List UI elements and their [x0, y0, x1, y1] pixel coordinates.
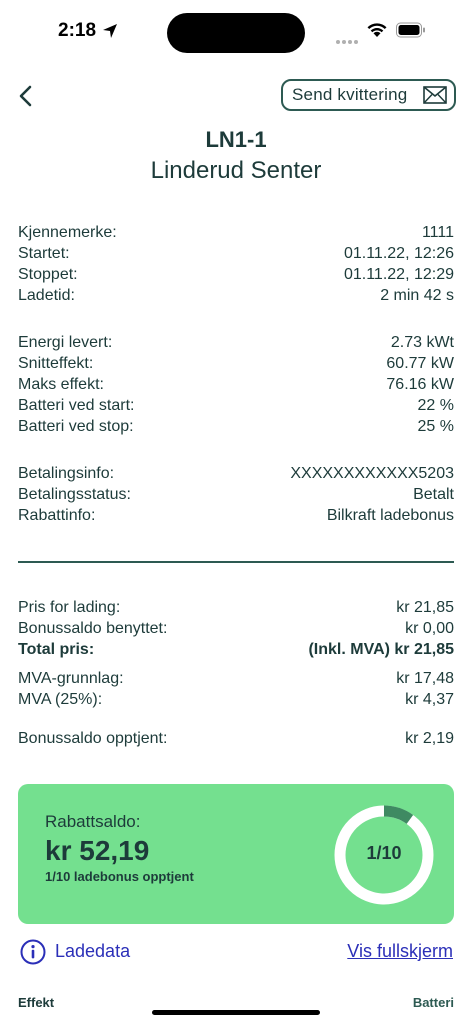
discount-balance-amount: kr 52,19	[45, 835, 150, 866]
row-label: Startet:	[18, 245, 70, 262]
detail-row-battery-start: Batteri ved start: 22 %	[18, 397, 454, 418]
row-label: Ladetid:	[18, 287, 75, 304]
status-time: 2:18	[58, 20, 97, 41]
send-receipt-button[interactable]: Send kvittering	[281, 79, 456, 111]
detail-row-payment-status: Betalingsstatus: Betalt	[18, 486, 454, 507]
detail-row-energy-delivered: Energi levert: 2.73 kWt	[18, 334, 454, 355]
row-label: Betalingsinfo:	[18, 465, 115, 482]
detail-row-discount-info: Rabattinfo: Bilkraft ladebonus	[18, 507, 454, 528]
detail-row-max-power: Maks effekt: 76.16 kW	[18, 376, 454, 397]
row-label: Bonussaldo opptjent:	[18, 730, 168, 747]
row-value: (Inkl. MVA) kr 21,85	[308, 641, 454, 658]
row-label: Rabattinfo:	[18, 507, 96, 524]
row-value: 60.77 kW	[386, 355, 454, 372]
detail-row-license-plate: Kjennemerke: 1111	[18, 224, 454, 245]
status-bar: 2:18	[0, 0, 472, 64]
chart-legend-power: Effekt	[18, 995, 55, 1010]
price-row-total: Total pris: (Inkl. MVA) kr 21,85	[18, 641, 454, 662]
battery-icon	[396, 22, 425, 38]
row-label: Batteri ved start:	[18, 397, 135, 414]
dynamic-island	[167, 13, 305, 53]
row-value: 01.11.22, 12:29	[343, 266, 454, 283]
charger-id: LN1-1	[205, 127, 267, 152]
row-label: Kjennemerke:	[18, 224, 117, 241]
back-chevron-icon[interactable]	[14, 82, 40, 110]
discount-balance-label: Rabattsaldo:	[45, 812, 141, 831]
wifi-icon	[367, 23, 387, 37]
fullscreen-link[interactable]: Vis fullskjerm	[347, 941, 453, 962]
row-value: 2 min 42 s	[380, 287, 454, 304]
row-value: kr 17,48	[396, 670, 454, 687]
detail-row-payment-info: Betalingsinfo: XXXXXXXXXXXX5203	[18, 465, 454, 486]
price-row-charging: Pris for lading: kr 21,85	[18, 599, 454, 620]
row-value: Bilkraft ladebonus	[326, 507, 454, 524]
row-value: Betalt	[413, 486, 454, 503]
home-indicator	[152, 1010, 320, 1015]
detail-row-average-power: Snitteffekt: 60.77 kW	[18, 355, 454, 376]
row-label: Batteri ved stop:	[18, 418, 134, 435]
location-arrow-icon	[103, 24, 117, 38]
row-label: MVA-grunnlag:	[18, 670, 124, 687]
row-label: Snitteffekt:	[18, 355, 94, 372]
row-value: 2.73 kWt	[390, 334, 454, 351]
row-value: XXXXXXXXXXXX5203	[290, 465, 454, 482]
price-row-bonus-used: Bonussaldo benyttet: kr 0,00	[18, 620, 454, 641]
detail-row-battery-stop: Batteri ved stop: 25 %	[18, 418, 454, 439]
discount-balance-card: Rabattsaldo: kr 52,19 1/10 ladebonus opp…	[18, 784, 454, 924]
station-name: Linderud Senter	[150, 157, 322, 184]
row-value: 76.16 kW	[386, 376, 454, 393]
row-label: Total pris:	[18, 641, 95, 658]
row-value: kr 2,19	[405, 730, 454, 747]
charging-data-title: Ladedata	[55, 941, 131, 961]
info-icon[interactable]	[20, 939, 46, 965]
row-label: Energi levert:	[18, 334, 113, 351]
bonus-progress-text: 1/10 ladebonus opptjent	[45, 869, 194, 884]
price-row-vat: MVA (25%): kr 4,37	[18, 691, 454, 712]
row-value: kr 4,37	[405, 691, 454, 708]
send-receipt-label: Send kvittering	[292, 85, 408, 104]
row-label: Stoppet:	[18, 266, 78, 283]
row-value: 22 %	[417, 397, 454, 414]
row-value: 25 %	[417, 418, 454, 435]
row-label: Betalingsstatus:	[18, 486, 131, 503]
envelope-icon	[423, 86, 447, 104]
price-row-vat-base: MVA-grunnlag: kr 17,48	[18, 670, 454, 691]
row-value: kr 0,00	[405, 620, 454, 637]
bonus-ring-label: 1/10	[366, 843, 402, 863]
detail-row-started: Startet: 01.11.22, 12:26	[18, 245, 454, 266]
chart-legend-battery: Batteri	[412, 995, 454, 1010]
row-label: Maks effekt:	[18, 376, 104, 393]
detail-row-stopped: Stoppet: 01.11.22, 12:29	[18, 266, 454, 287]
row-label: Pris for lading:	[18, 599, 121, 616]
row-value: 1111	[421, 224, 454, 241]
row-label: MVA (25%):	[18, 691, 103, 708]
row-value: 01.11.22, 12:26	[343, 245, 454, 262]
detail-row-charging-time: Ladetid: 2 min 42 s	[18, 287, 454, 308]
row-value: kr 21,85	[396, 599, 454, 616]
row-label: Bonussaldo benyttet:	[18, 620, 168, 637]
cellular-signal-icon	[336, 31, 360, 49]
divider	[18, 561, 454, 563]
price-row-bonus-earned: Bonussaldo opptjent: kr 2,19	[18, 730, 454, 751]
